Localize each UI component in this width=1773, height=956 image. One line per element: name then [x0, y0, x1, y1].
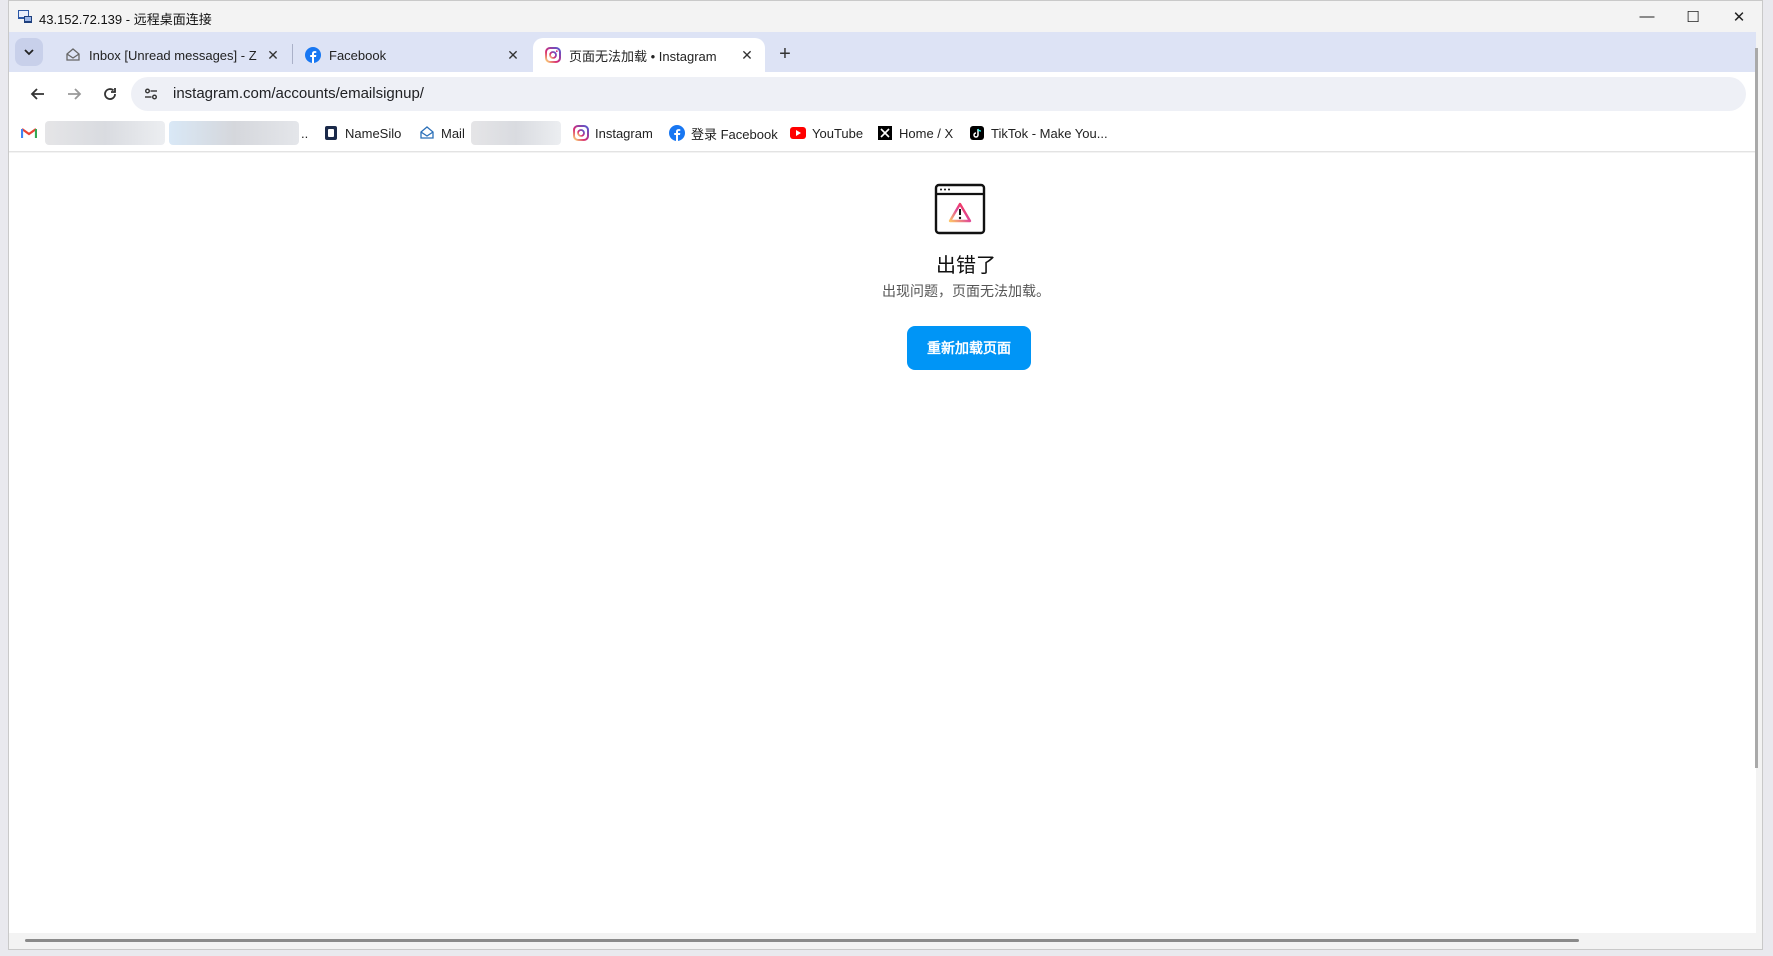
bookmark-label: .. — [301, 125, 309, 141]
close-icon: ✕ — [1732, 8, 1746, 26]
bookmark-mail[interactable]: Mail — [419, 124, 465, 142]
reload-page-button[interactable]: 重新加载页面 — [907, 326, 1031, 370]
bookmark-x[interactable]: Home / X — [877, 124, 953, 142]
mail-icon — [419, 125, 435, 141]
bookmark-gmail[interactable] — [21, 124, 43, 142]
reload-button[interactable] — [97, 81, 123, 107]
error-message: 出现问题，页面无法加载。 — [882, 283, 1050, 299]
instagram-icon — [545, 47, 561, 63]
new-tab-button[interactable]: + — [773, 42, 797, 66]
bookmark-label: NameSilo — [345, 125, 402, 141]
arrow-right-icon — [68, 88, 82, 100]
redacted-bookmark — [471, 121, 561, 145]
bookmark-label: TikTok - Make You... — [991, 125, 1108, 141]
horizontal-scrollbar[interactable] — [25, 939, 1579, 942]
site-settings-icon[interactable] — [141, 84, 161, 104]
facebook-icon — [305, 47, 321, 63]
youtube-icon — [790, 125, 806, 141]
namesilo-icon — [323, 125, 339, 141]
remote-desktop-icon — [18, 10, 32, 23]
vertical-scrollbar[interactable] — [1755, 48, 1758, 768]
remote-desktop-window: 43.152.72.139 - 远程桌面连接 — ☐ ✕ Inbox [Unre… — [8, 0, 1763, 950]
tab-label: 页面无法加载 • Instagram — [569, 48, 717, 64]
bookmark-label: YouTube — [812, 125, 864, 141]
back-button[interactable] — [25, 81, 51, 107]
bookmark-dots[interactable]: .. — [301, 124, 308, 142]
tiktok-icon — [969, 125, 985, 141]
bookmark-youtube[interactable]: YouTube — [790, 124, 863, 142]
forward-button[interactable] — [61, 81, 87, 107]
bookmark-label: 登录 Facebook — [691, 126, 778, 142]
tab-instagram[interactable]: 页面无法加载 • Instagram ✕ — [533, 38, 765, 72]
reload-icon — [104, 88, 116, 100]
gmail-icon — [21, 125, 37, 141]
tab-label: Inbox [Unread messages] - Z — [89, 47, 257, 63]
address-bar[interactable]: instagram.com/accounts/emailsignup/ — [131, 77, 1746, 111]
redacted-bookmark — [45, 121, 165, 145]
maximize-button[interactable]: ☐ — [1670, 1, 1716, 32]
close-tab-icon[interactable]: ✕ — [739, 47, 755, 63]
tab-inbox[interactable]: Inbox [Unread messages] - Z ✕ — [53, 38, 291, 72]
url-text: instagram.com/accounts/emailsignup/ — [173, 85, 424, 102]
maximize-icon: ☐ — [1686, 8, 1700, 26]
tab-facebook[interactable]: Facebook ✕ — [293, 38, 531, 72]
bookmarks-bar: .. NameSilo Mail Instagram 登录 Facebook Y… — [9, 114, 1756, 152]
facebook-icon — [669, 125, 685, 141]
x-icon — [877, 125, 893, 141]
redacted-bookmark — [169, 121, 299, 145]
bookmark-instagram[interactable]: Instagram — [573, 124, 653, 142]
bookmark-namesilo[interactable]: NameSilo — [323, 124, 401, 142]
tab-label: Facebook — [329, 47, 387, 63]
remote-desktop-title: 43.152.72.139 - 远程桌面连接 — [39, 12, 212, 27]
tab-search-button[interactable] — [15, 38, 43, 66]
chevron-down-icon — [24, 49, 34, 56]
mail-icon — [65, 47, 81, 63]
page-content: 出错了 出现问题，页面无法加载。 重新加载页面 — [9, 153, 1756, 933]
bookmark-tiktok[interactable]: TikTok - Make You... — [969, 124, 1108, 142]
minimize-button[interactable]: — — [1624, 1, 1670, 32]
browser-toolbar: instagram.com/accounts/emailsignup/ — [9, 72, 1756, 114]
bookmark-facebook[interactable]: 登录 Facebook — [669, 124, 778, 142]
remote-desktop-titlebar: 43.152.72.139 - 远程桌面连接 — ☐ ✕ — [9, 1, 1762, 32]
error-title: 出错了 — [936, 255, 996, 277]
bookmark-label: Instagram — [595, 125, 653, 141]
arrow-left-icon — [30, 88, 44, 100]
bookmark-label: Mail — [441, 125, 465, 141]
close-window-button[interactable]: ✕ — [1716, 1, 1762, 32]
instagram-icon — [573, 125, 589, 141]
error-window-icon — [934, 183, 986, 235]
close-tab-icon[interactable]: ✕ — [265, 47, 281, 63]
plus-icon: + — [779, 42, 791, 65]
minimize-icon: — — [1639, 8, 1655, 25]
bookmark-label: Home / X — [899, 125, 954, 141]
close-tab-icon[interactable]: ✕ — [505, 47, 521, 63]
tab-strip: Inbox [Unread messages] - Z ✕ Facebook ✕… — [9, 32, 1756, 72]
